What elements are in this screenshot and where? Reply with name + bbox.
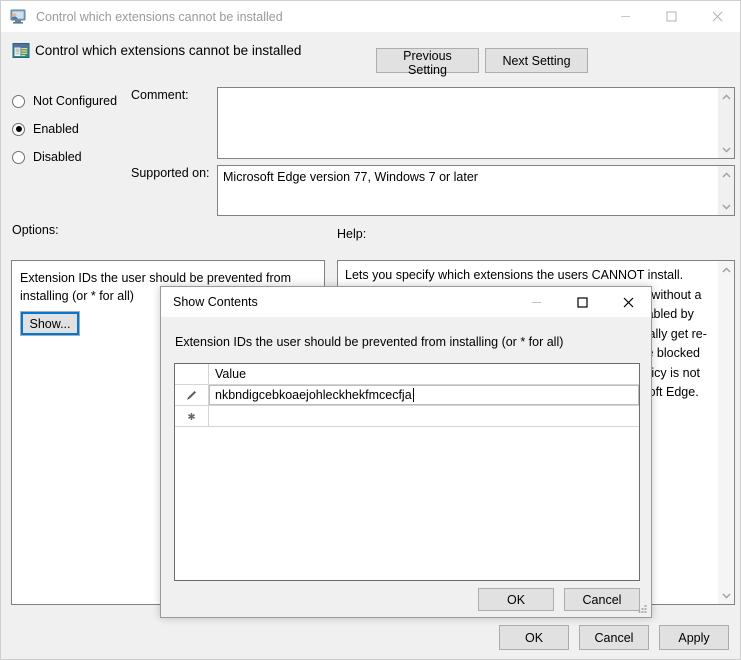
column-header-value[interactable]: Value: [209, 364, 639, 384]
dialog-description: Extension IDs the user should be prevent…: [175, 335, 564, 349]
supported-on-input[interactable]: Microsoft Edge version 77, Windows 7 or …: [217, 165, 735, 216]
scroll-up-icon[interactable]: [721, 166, 731, 183]
show-button[interactable]: Show...: [20, 311, 80, 336]
radio-label-not-configured: Not Configured: [33, 94, 118, 108]
radio-label-disabled: Disabled: [33, 150, 82, 164]
window-title: Control which extensions cannot be insta…: [36, 9, 283, 24]
radio-mark-disabled: [12, 150, 25, 164]
radio-disabled[interactable]: Disabled: [12, 148, 82, 166]
page-title: Control which extensions cannot be insta…: [35, 43, 302, 58]
radio-label-enabled: Enabled: [33, 122, 79, 136]
comment-scrollbar[interactable]: [718, 88, 734, 158]
scroll-up-icon[interactable]: [721, 261, 731, 278]
help-label: Help:: [337, 227, 367, 241]
close-icon[interactable]: [694, 1, 740, 32]
minimize-icon[interactable]: [602, 1, 648, 32]
pencil-edit-icon: [175, 385, 209, 405]
dialog-window-controls: [513, 287, 651, 318]
apply-button[interactable]: Apply: [659, 625, 729, 650]
table-row[interactable]: nkbndigcebkoaejohleckhekfmcecfja: [175, 385, 639, 406]
text-caret: [412, 388, 414, 402]
dialog-ok-button[interactable]: OK: [478, 588, 554, 611]
radio-enabled[interactable]: Enabled: [12, 120, 79, 138]
window-titlebar: Control which extensions cannot be insta…: [1, 1, 740, 32]
dialog-title: Show Contents: [173, 295, 258, 309]
scroll-up-icon[interactable]: [721, 88, 731, 105]
grid-corner-cell: [175, 364, 209, 384]
dialog-titlebar: Show Contents: [161, 287, 651, 317]
comment-label: Comment:: [131, 88, 189, 102]
policy-computer-icon: [9, 9, 27, 25]
cell-value-text: nkbndigcebkoaejohleckhekfmcecfja: [215, 388, 412, 402]
comment-value: [218, 88, 718, 158]
setting-header: Control which extensions cannot be insta…: [1, 32, 740, 79]
dialog-cancel-button[interactable]: Cancel: [564, 588, 640, 611]
policy-setting-icon: [12, 42, 30, 60]
scroll-down-icon[interactable]: [721, 587, 731, 604]
minimize-icon[interactable]: [513, 287, 559, 318]
close-icon[interactable]: [605, 287, 651, 318]
scroll-down-icon[interactable]: [721, 198, 731, 215]
scroll-down-icon[interactable]: [721, 141, 731, 158]
cancel-button[interactable]: Cancel: [579, 625, 649, 650]
next-setting-button[interactable]: Next Setting: [485, 48, 588, 73]
supported-on-scrollbar[interactable]: [718, 166, 734, 215]
supported-on-value: Microsoft Edge version 77, Windows 7 or …: [223, 170, 478, 184]
radio-mark-enabled: [12, 122, 25, 136]
values-grid[interactable]: Value nkbndigcebkoaejohleckhekfmcecfja: [174, 363, 640, 581]
radio-not-configured[interactable]: Not Configured: [12, 92, 117, 110]
comment-input[interactable]: [217, 87, 735, 159]
window-controls: [602, 1, 740, 32]
previous-setting-button[interactable]: Previous Setting: [376, 48, 479, 77]
new-row-asterisk-icon: [175, 406, 209, 426]
help-scrollbar[interactable]: [718, 261, 734, 604]
radio-mark-not-configured: [12, 94, 25, 108]
ok-button[interactable]: OK: [499, 625, 569, 650]
grid-header-row: Value: [175, 364, 639, 385]
supported-on-label: Supported on:: [131, 166, 210, 180]
maximize-icon[interactable]: [648, 1, 694, 32]
cell-value[interactable]: [209, 406, 639, 426]
show-contents-dialog: Show Contents Extension IDs the user sho…: [160, 286, 652, 618]
cell-value[interactable]: nkbndigcebkoaejohleckhekfmcecfja: [209, 385, 639, 405]
maximize-icon[interactable]: [559, 287, 605, 318]
resize-grip-icon[interactable]: [636, 603, 648, 615]
table-row[interactable]: [175, 406, 639, 427]
options-label: Options:: [12, 223, 59, 237]
